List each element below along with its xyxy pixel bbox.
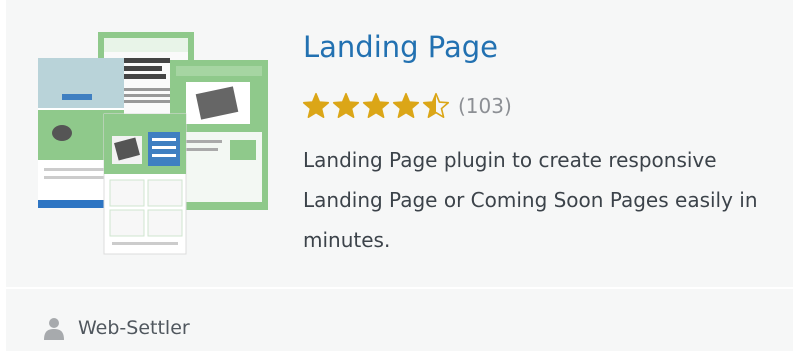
stars bbox=[302, 92, 452, 120]
author-name: Web-Settler bbox=[78, 317, 190, 339]
plugin-author: Web-Settler bbox=[42, 316, 190, 340]
plugin-title-link[interactable]: Landing Page bbox=[303, 30, 498, 64]
plugin-card: Landing Page (103) Landing Page plugin t… bbox=[6, 0, 793, 351]
rating-count: (103) bbox=[458, 94, 512, 118]
plugin-thumbnail[interactable] bbox=[34, 28, 272, 256]
person-icon bbox=[44, 318, 64, 340]
star-rating: (103) bbox=[302, 88, 512, 124]
star-filled-icon bbox=[302, 92, 330, 119]
star-filled-icon bbox=[392, 92, 420, 119]
star-filled-icon bbox=[332, 92, 360, 119]
star-filled-icon bbox=[362, 92, 390, 119]
plugin-card-footer: Web-Settler bbox=[6, 287, 793, 353]
plugin-description: Landing Page plugin to create responsive… bbox=[303, 148, 758, 252]
star-half-icon bbox=[422, 92, 450, 119]
